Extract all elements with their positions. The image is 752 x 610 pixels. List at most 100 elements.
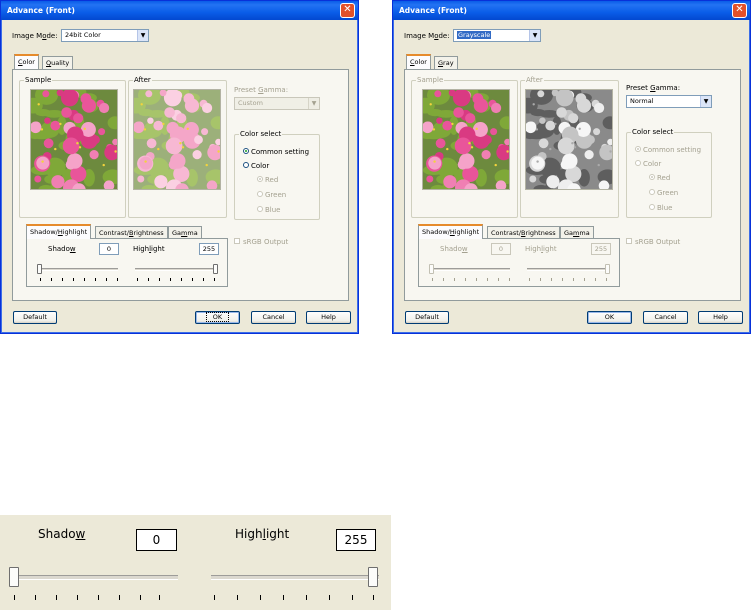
close-button[interactable]: ✕	[340, 3, 355, 18]
highlight-slider-track	[135, 268, 217, 271]
highlight-label: Highlight	[235, 527, 290, 541]
preset-gamma-label: Preset Gamma:	[234, 86, 289, 94]
preset-gamma-select[interactable]: Normal ▼	[626, 95, 712, 108]
srgb-output-checkbox[interactable]: sRGB Output	[626, 238, 680, 246]
shadow-input[interactable]: 0	[99, 243, 119, 255]
highlight-slider-ticks	[137, 278, 217, 281]
radio-blue-label: Blue	[265, 206, 281, 214]
tab-gray[interactable]: Gray	[434, 56, 458, 69]
highlight-slider-thumb[interactable]	[213, 264, 218, 274]
after-label: After	[133, 76, 152, 84]
radio-dot	[257, 191, 263, 197]
ok-button-label: OK	[205, 312, 230, 322]
tab-panel: Sample After Preset Gamma: Normal ▼ Colo…	[404, 69, 741, 301]
radio-dot	[649, 204, 655, 210]
highlight-slider-track	[211, 575, 379, 580]
shadow-slider-track	[38, 268, 118, 271]
subtab-shadow-highlight[interactable]: Shadow/Highlight	[26, 224, 92, 239]
shadow-slider-track	[12, 575, 178, 580]
highlight-slider-track	[527, 268, 609, 271]
tab-color[interactable]: Color	[406, 54, 431, 69]
radio-red[interactable]: Red	[649, 174, 670, 182]
sample-label: Sample	[24, 76, 53, 84]
highlight-label: Highlight	[133, 245, 165, 253]
cancel-button[interactable]: Cancel	[643, 311, 688, 324]
radio-green[interactable]: Green	[649, 189, 678, 197]
shadow-slider-track	[430, 268, 510, 271]
subtab-panel: Shadow 0 Highlight 255	[26, 238, 228, 287]
radio-common-setting[interactable]: Common setting	[243, 148, 309, 156]
highlight-input[interactable]: 255	[591, 243, 611, 255]
help-button[interactable]: Help	[698, 311, 743, 324]
tab-quality[interactable]: Quality	[42, 56, 74, 69]
preset-gamma-label: Preset Gamma:	[626, 84, 681, 92]
close-icon: ✕	[735, 4, 744, 15]
checkbox-box	[234, 238, 240, 244]
after-image	[133, 89, 221, 190]
advance-dialog-grayscale: Advance (Front) ✕ Image Mode: Grayscale …	[392, 0, 751, 334]
radio-green-label: Green	[657, 189, 679, 197]
image-mode-select[interactable]: 24bit Color ▼	[61, 29, 149, 42]
shadow-value: 0	[498, 245, 504, 253]
radio-blue[interactable]: Blue	[257, 206, 281, 214]
shadow-slider-thumb[interactable]	[9, 567, 19, 587]
help-button[interactable]: Help	[306, 311, 351, 324]
color-select-group: Color select Common setting Color Red Gr…	[626, 128, 712, 218]
highlight-slider-thumb[interactable]	[368, 567, 378, 587]
preset-gamma-value: Normal	[630, 97, 654, 105]
tab-panel: Sample After Preset Gamma: Custom ▼ Colo…	[12, 69, 349, 301]
ok-button-label: OK	[604, 313, 615, 321]
close-button[interactable]: ✕	[732, 3, 747, 18]
title-bar: Advance (Front)	[393, 1, 750, 20]
sample-label: Sample	[416, 76, 445, 84]
radio-red[interactable]: Red	[257, 176, 278, 184]
radio-blue[interactable]: Blue	[649, 204, 673, 212]
ok-button[interactable]: OK	[587, 311, 632, 324]
highlight-input[interactable]: 255	[336, 529, 376, 551]
ok-button[interactable]: OK	[195, 311, 240, 324]
radio-red-label: Red	[657, 174, 671, 182]
shadow-slider-thumb[interactable]	[37, 264, 42, 274]
image-mode-value: 24bit Color	[65, 31, 101, 39]
preset-gamma-value: Custom	[238, 99, 263, 107]
cancel-button[interactable]: Cancel	[251, 311, 296, 324]
radio-color[interactable]: Color	[635, 160, 661, 168]
radio-dot	[635, 160, 641, 166]
highlight-slider-thumb[interactable]	[605, 264, 610, 274]
help-button-label: Help	[321, 313, 336, 321]
shadow-slider-thumb[interactable]	[429, 264, 434, 274]
dialog-title: Advance (Front)	[7, 6, 75, 15]
after-label: After	[525, 76, 544, 84]
highlight-label: Highlight	[525, 245, 557, 253]
default-button[interactable]: Default	[13, 311, 57, 324]
shadow-input[interactable]: 0	[136, 529, 177, 551]
srgb-output-label: sRGB Output	[635, 238, 681, 246]
cancel-button-label: Cancel	[262, 313, 285, 321]
shadow-label: Shadow	[38, 527, 86, 541]
radio-color-label: Color	[643, 160, 662, 168]
image-mode-label: Image Mode:	[12, 32, 58, 40]
radio-common-setting[interactable]: Common setting	[635, 146, 701, 154]
srgb-output-checkbox[interactable]: sRGB Output	[234, 238, 288, 246]
default-button[interactable]: Default	[405, 311, 449, 324]
radio-green[interactable]: Green	[257, 191, 286, 199]
radio-dot	[257, 206, 263, 212]
radio-color-label: Color	[251, 162, 270, 170]
subtab-shadow-highlight[interactable]: Shadow/Highlight	[418, 224, 484, 239]
color-select-label: Color select	[631, 128, 675, 136]
shadow-input[interactable]: 0	[491, 243, 511, 255]
image-mode-value: Grayscale	[457, 31, 492, 39]
highlight-slider-ticks	[529, 278, 609, 281]
radio-color[interactable]: Color	[243, 162, 269, 170]
radio-green-label: Green	[265, 191, 287, 199]
shadow-slider-ticks	[432, 278, 510, 281]
tab-color[interactable]: Color	[14, 54, 39, 69]
checkbox-box	[626, 238, 632, 244]
shadow-value: 0	[106, 245, 112, 253]
image-mode-select[interactable]: Grayscale ▼	[453, 29, 541, 42]
close-icon: ✕	[343, 4, 352, 15]
srgb-output-label: sRGB Output	[243, 238, 289, 246]
shadow-label: Shadow	[440, 245, 468, 253]
highlight-input[interactable]: 255	[199, 243, 219, 255]
preset-gamma-select[interactable]: Custom ▼	[234, 97, 320, 110]
